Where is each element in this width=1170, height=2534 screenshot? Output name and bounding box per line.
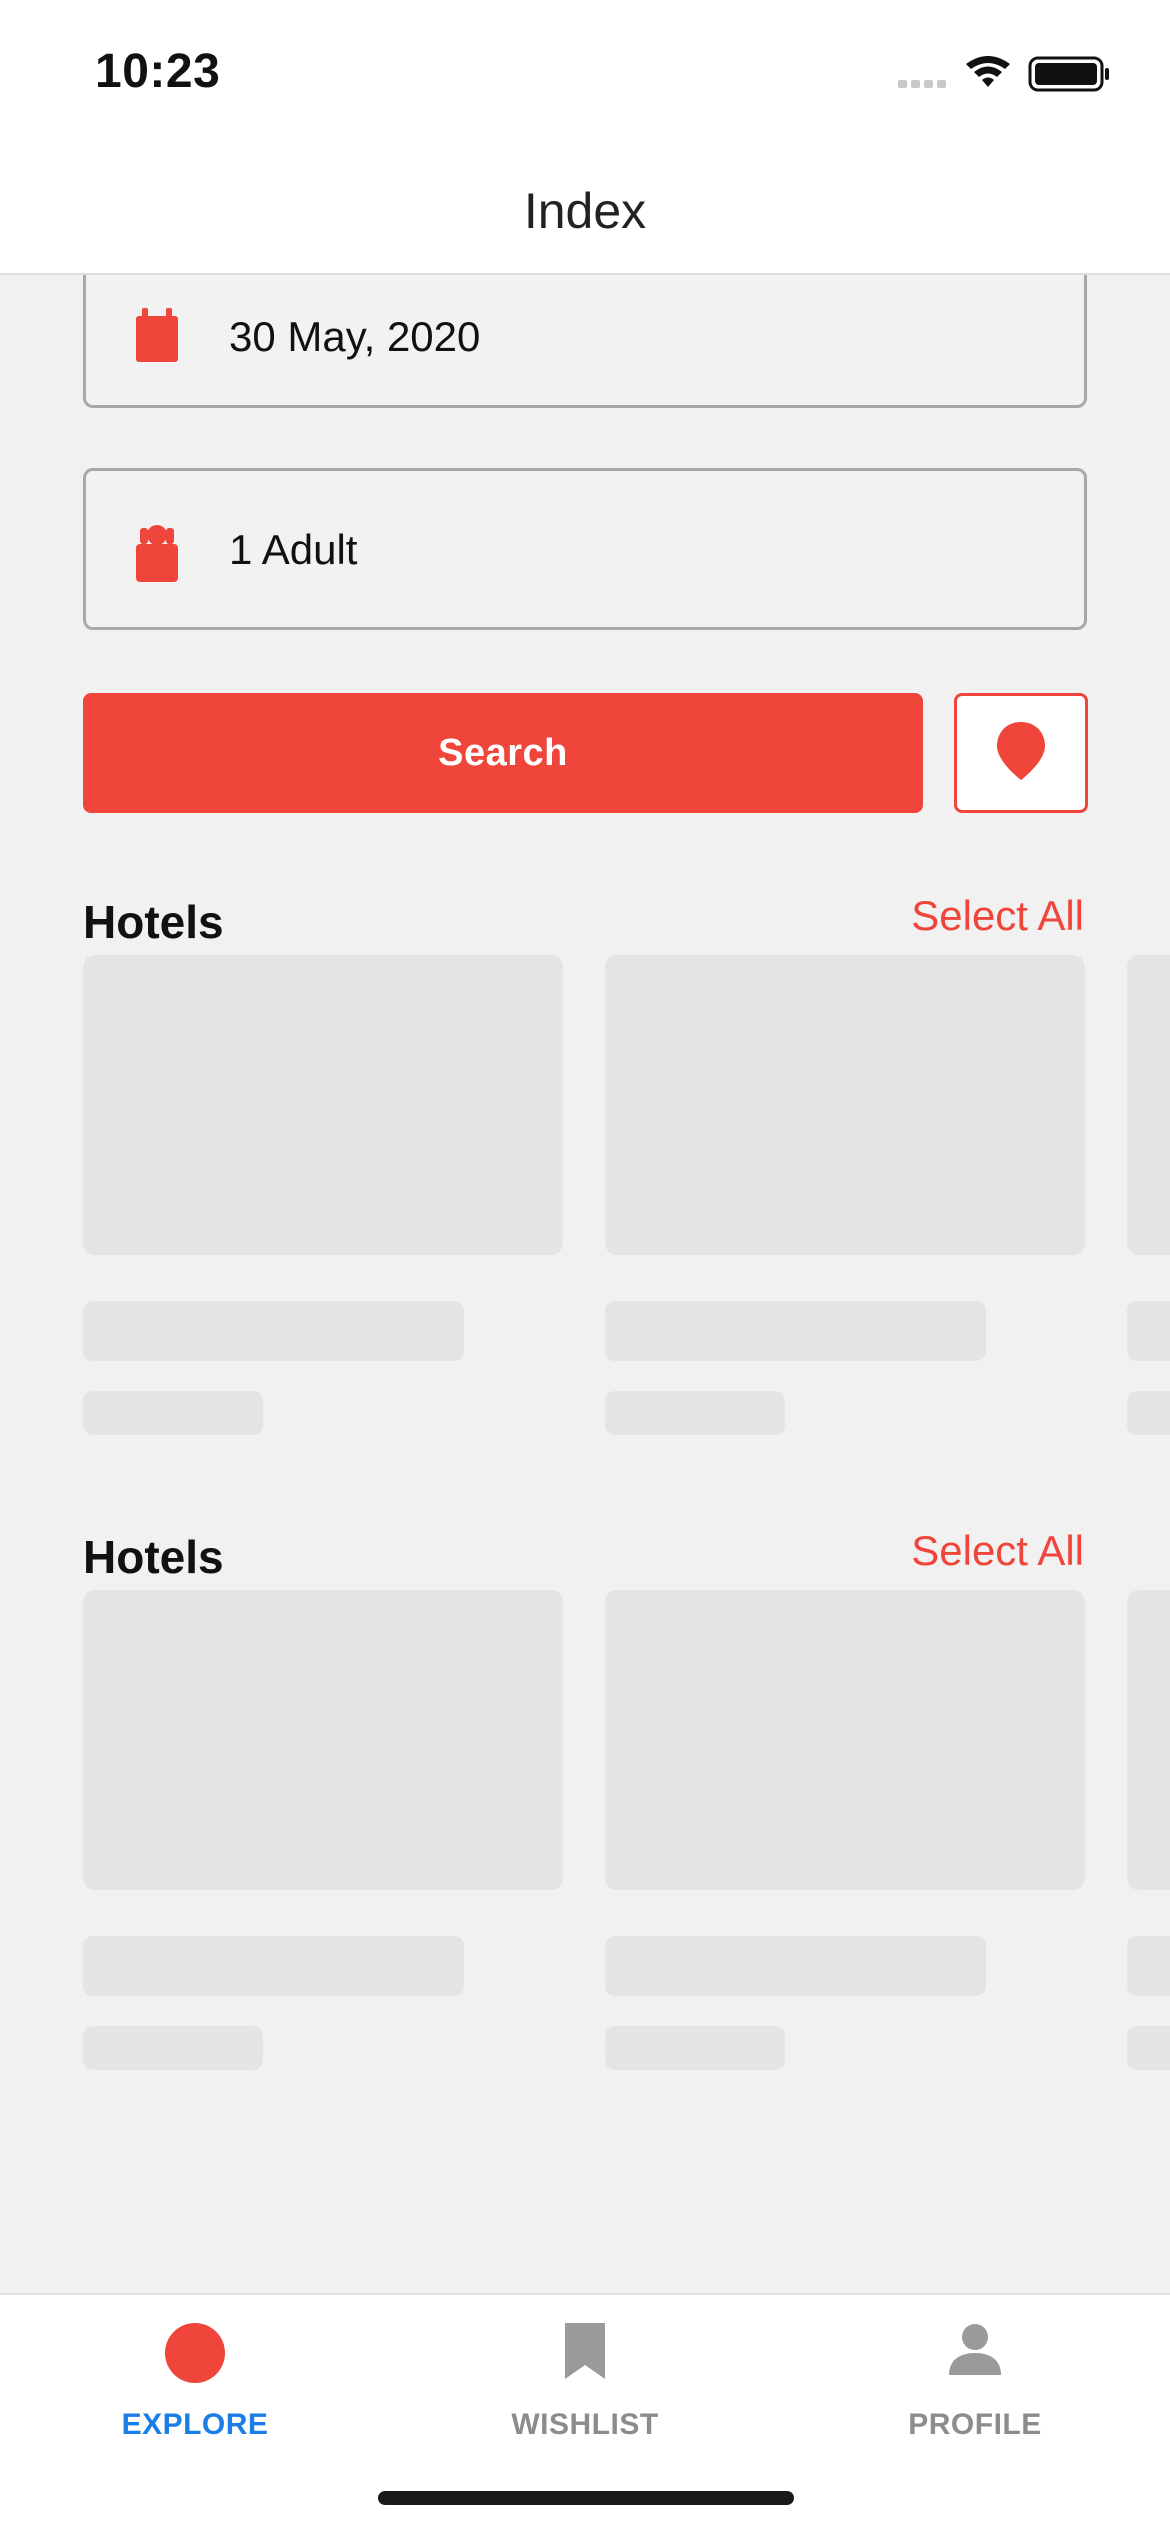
title-placeholder	[1127, 1936, 1170, 1996]
scroll-content[interactable]: 30 May, 2020 1 Adult Search Hotels Selec…	[0, 275, 1170, 2293]
search-button[interactable]: Search	[83, 693, 923, 813]
subtitle-placeholder	[1127, 2026, 1170, 2070]
hotel-card-placeholder[interactable]	[83, 1590, 563, 2070]
profile-icon	[947, 2321, 1003, 2382]
map-pin-icon	[995, 720, 1047, 787]
explore-icon	[163, 2321, 227, 2390]
guests-value: 1 Adult	[229, 526, 358, 573]
subtitle-placeholder	[605, 1391, 785, 1435]
image-placeholder	[1127, 955, 1170, 1255]
title-placeholder	[83, 1301, 464, 1361]
guests-field[interactable]: 1 Adult	[83, 468, 1087, 630]
cellular-signal-icon	[898, 80, 946, 88]
subtitle-placeholder	[83, 2026, 263, 2070]
page-title: Index	[523, 183, 647, 239]
status-icons	[898, 52, 1118, 96]
title-placeholder	[83, 1936, 464, 1996]
image-placeholder	[605, 955, 1085, 1255]
title-placeholder	[605, 1301, 986, 1361]
image-placeholder	[1127, 1590, 1170, 1890]
tab-explore[interactable]: EXPLORE	[0, 2295, 390, 2465]
subtitle-placeholder	[605, 2026, 785, 2070]
image-placeholder	[605, 1590, 1085, 1890]
section-title: Hotels	[83, 896, 224, 948]
tab-wishlist[interactable]: WISHLIST	[390, 2295, 780, 2465]
hotel-card-placeholder[interactable]	[1127, 1590, 1170, 2070]
hotel-card-placeholder[interactable]	[83, 955, 563, 1435]
subtitle-placeholder	[83, 1391, 263, 1435]
tab-label: WISHLIST	[511, 2408, 659, 2441]
navigation-bar: Index	[0, 140, 1170, 275]
tab-label: PROFILE	[908, 2408, 1042, 2441]
select-all-link[interactable]: Select All	[911, 892, 1084, 940]
title-placeholder	[605, 1936, 986, 1996]
tab-profile[interactable]: PROFILE	[780, 2295, 1170, 2465]
select-all-link[interactable]: Select All	[911, 1527, 1084, 1575]
title-placeholder	[1127, 1301, 1170, 1361]
bookmark-icon	[561, 2321, 609, 2386]
hotel-card-placeholder[interactable]	[605, 1590, 1085, 2070]
home-indicator	[378, 2491, 794, 2505]
image-placeholder	[83, 955, 563, 1255]
date-value: 30 May, 2020	[229, 313, 481, 360]
tab-label: EXPLORE	[121, 2408, 269, 2441]
wifi-icon	[966, 56, 1010, 87]
section-title: Hotels	[83, 1531, 224, 1583]
person-icon	[136, 524, 178, 587]
map-button[interactable]	[954, 693, 1088, 813]
status-time: 10:23	[95, 45, 221, 98]
subtitle-placeholder	[1127, 1391, 1170, 1435]
image-placeholder	[83, 1590, 563, 1890]
hotel-card-placeholder[interactable]	[1127, 955, 1170, 1435]
status-bar: 10:23	[0, 0, 1170, 140]
battery-icon	[1028, 56, 1109, 92]
date-field[interactable]: 30 May, 2020	[83, 275, 1087, 408]
hotel-card-placeholder[interactable]	[605, 955, 1085, 1435]
calendar-icon	[136, 308, 178, 369]
